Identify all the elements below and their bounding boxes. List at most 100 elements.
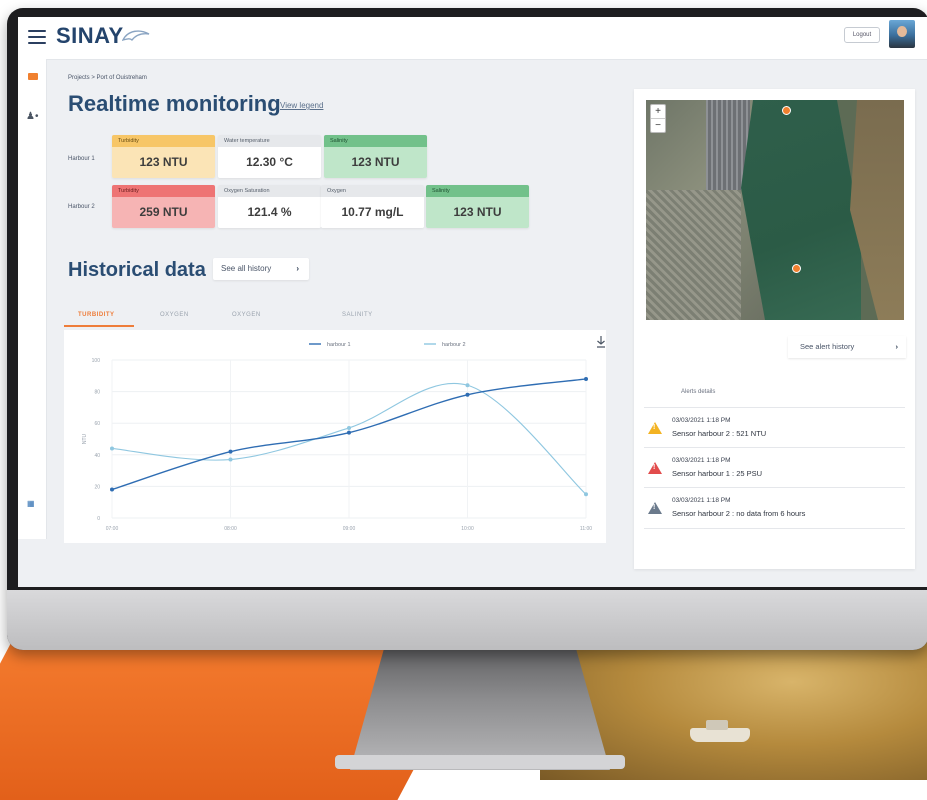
map-water xyxy=(741,100,861,320)
folder-icon[interactable] xyxy=(28,73,38,80)
tile-name: Turbidity xyxy=(112,185,215,197)
zoom-in-button[interactable]: + xyxy=(651,105,665,118)
data-point xyxy=(110,446,114,451)
sinay-logo: SINAY xyxy=(56,23,124,48)
view-legend-link[interactable]: View legend xyxy=(280,101,323,110)
monitor-stand-base xyxy=(335,755,625,769)
tile-harbour1-water-temperature[interactable]: Water temperature 12.30 °C xyxy=(218,135,321,178)
tile-value: 123 NTU xyxy=(324,147,427,178)
tab-oxygen[interactable]: OXYGEN xyxy=(160,303,189,327)
breadcrumb[interactable]: Projects > Port of Ouistreham xyxy=(68,75,147,81)
y-tick-label: 80 xyxy=(94,390,100,396)
harbour-map[interactable]: + − xyxy=(646,100,904,320)
tile-name: Oxygen xyxy=(321,185,424,197)
boat-image xyxy=(690,720,750,742)
turbidity-line-chart: 0 20 40 60 80 100 07:00 08:00 09:00 10:00 11:00 NTU… xyxy=(82,336,605,532)
app-header: SINAY Logout xyxy=(18,17,927,60)
alert-text: Sensor harbour 2 : no data from 6 hours xyxy=(672,509,806,518)
see-alert-history-button[interactable]: See alert history › xyxy=(788,336,906,358)
page-title: Realtime monitoring xyxy=(68,91,281,116)
alert-item[interactable]: ! 03/03/2021 1:18 PM Sensor harbour 2 : … xyxy=(644,407,905,448)
alert-item[interactable]: ! 03/03/2021 1:18 PM Sensor harbour 1 : … xyxy=(644,447,905,488)
download-icon[interactable] xyxy=(597,336,605,348)
tile-harbour1-turbidity[interactable]: Turbidity 123 NTU xyxy=(112,135,215,178)
alert-time: 03/03/2021 1:18 PM xyxy=(672,497,731,504)
tab-turbidity[interactable]: TURBIDITY xyxy=(64,303,134,327)
dolphin-logo-icon xyxy=(122,30,150,42)
data-point xyxy=(228,457,233,462)
tile-name: Water temperature xyxy=(218,135,321,147)
grid-icon[interactable]: ▦ xyxy=(27,499,35,508)
marketing-scene: SINAY Logout ♟• ▦ Projects > Port of Oui… xyxy=(0,0,927,800)
tile-harbour2-oxygen[interactable]: Oxygen 10.77 mg/L xyxy=(321,185,424,228)
logout-button[interactable]: Logout xyxy=(844,27,880,43)
zoom-out-button[interactable]: − xyxy=(651,118,665,132)
monitor-screen: SINAY Logout ♟• ▦ Projects > Port of Oui… xyxy=(18,17,927,587)
y-tick-label: 100 xyxy=(92,358,101,364)
hamburger-menu-icon[interactable] xyxy=(28,30,46,44)
warning-icon: ! xyxy=(648,422,662,434)
critical-alert-icon: ! xyxy=(648,462,662,474)
monitor-chin xyxy=(7,590,927,650)
harbour-1-label: Harbour 1 xyxy=(68,156,95,162)
historical-data-title: Historical data xyxy=(68,259,206,281)
tile-value: 121.4 % xyxy=(218,197,321,228)
map-town xyxy=(646,190,741,320)
tab-oxygen-saturation[interactable]: OXYGEN SATURATION xyxy=(232,303,275,342)
alert-text: Sensor harbour 1 : 25 PSU xyxy=(672,469,763,478)
sensor-pin-icon[interactable] xyxy=(782,106,791,115)
data-point xyxy=(347,430,351,435)
monitor-stand xyxy=(350,640,610,770)
x-tick-label: 11:00 xyxy=(580,526,592,532)
sensor-pin-icon[interactable] xyxy=(792,264,801,273)
data-point xyxy=(584,492,588,497)
data-point xyxy=(228,449,233,454)
see-alert-history-label: See alert history xyxy=(800,342,855,351)
user-avatar[interactable] xyxy=(889,20,915,48)
see-all-history-button[interactable]: See all history › xyxy=(213,258,309,280)
legend-label: harbour 1 xyxy=(327,342,351,348)
users-icon[interactable]: ♟• xyxy=(26,111,38,122)
y-tick-label: 40 xyxy=(94,453,100,459)
tile-value: 123 NTU xyxy=(112,147,215,178)
turbidity-chart-card: 0 20 40 60 80 100 07:00 08:00 09:00 10:00 11:00 NTU… xyxy=(64,330,606,543)
tile-name: Oxygen Saturation xyxy=(218,185,321,197)
legend-label: harbour 2 xyxy=(442,342,466,348)
map-zoom-control: + − xyxy=(650,104,666,133)
tile-name: Salinity xyxy=(426,185,529,197)
alert-item[interactable]: ! 03/03/2021 1:18 PM Sensor harbour 2 : … xyxy=(644,487,905,529)
tile-harbour2-salinity[interactable]: Salinity 123 NTU xyxy=(426,185,529,228)
y-axis-label: NTU xyxy=(82,433,88,444)
tab-salinity[interactable]: SALINITY xyxy=(342,303,373,327)
tile-value: 12.30 °C xyxy=(218,147,321,178)
alert-text: Sensor harbour 2 : 521 NTU xyxy=(672,429,767,438)
alert-time: 03/03/2021 1:18 PM xyxy=(672,457,731,464)
tile-harbour2-oxygen-saturation[interactable]: Oxygen Saturation 121.4 % xyxy=(218,185,321,228)
data-point xyxy=(347,425,351,430)
x-tick-label: 09:00 xyxy=(343,526,356,532)
sidebar: ♟• ▦ xyxy=(18,59,47,539)
alert-time: 03/03/2021 1:18 PM xyxy=(672,417,731,424)
right-panel: + − See alert history › Alerts details !… xyxy=(634,89,915,569)
alerts-details-header: Alerts details xyxy=(681,389,716,395)
see-all-history-label: See all history xyxy=(221,264,272,273)
tile-value: 123 NTU xyxy=(426,197,529,228)
x-tick-label: 10:00 xyxy=(461,526,474,532)
x-tick-label: 07:00 xyxy=(106,526,119,532)
tile-harbour1-salinity[interactable]: Salinity 123 NTU xyxy=(324,135,427,178)
harbour-2-label: Harbour 2 xyxy=(68,204,95,210)
y-tick-label: 0 xyxy=(97,516,100,522)
x-tick-label: 08:00 xyxy=(224,526,237,532)
tile-name: Salinity xyxy=(324,135,427,147)
tile-name: Turbidity xyxy=(112,135,215,147)
info-alert-icon: ! xyxy=(648,502,662,514)
y-tick-label: 60 xyxy=(94,421,100,427)
chevron-right-icon: › xyxy=(895,342,899,351)
tile-value: 259 NTU xyxy=(112,197,215,228)
tile-value: 10.77 mg/L xyxy=(321,197,424,228)
tile-harbour2-turbidity[interactable]: Turbidity 259 NTU xyxy=(112,185,215,228)
data-point xyxy=(465,383,470,388)
data-point xyxy=(110,487,114,492)
data-point xyxy=(584,376,588,381)
y-tick-label: 20 xyxy=(94,484,100,490)
